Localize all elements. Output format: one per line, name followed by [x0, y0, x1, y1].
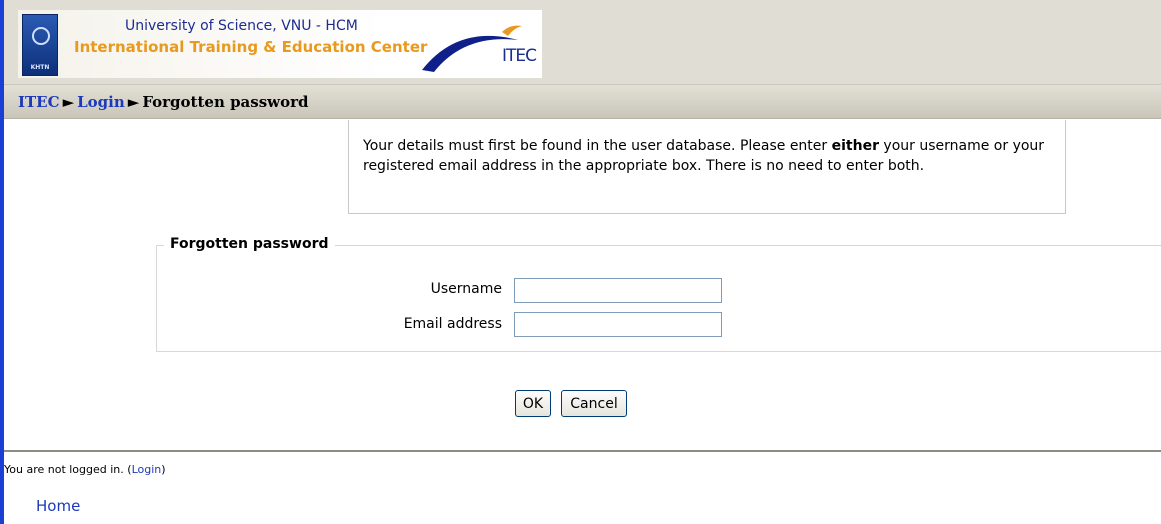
breadcrumb-login-link[interactable]: Login [77, 93, 125, 111]
username-input[interactable] [514, 278, 722, 303]
instructions-text-start: Your details must first be found in the … [363, 138, 832, 154]
login-status: You are not logged in. (Login) [4, 463, 166, 476]
fieldset-legend: Forgotten password [164, 236, 335, 252]
breadcrumb: ITEC ► Login ► Forgotten password [4, 85, 1161, 119]
footer-login-link[interactable]: Login [132, 463, 162, 476]
instructions-box: Your details must first be found in the … [348, 120, 1066, 214]
footer-divider [4, 450, 1161, 452]
email-input[interactable] [514, 312, 722, 337]
university-name: University of Science, VNU - HCM [125, 18, 358, 34]
breadcrumb-current: Forgotten password [142, 93, 309, 111]
university-emblem-icon: KHTN [22, 14, 58, 76]
breadcrumb-itec-link[interactable]: ITEC [18, 93, 60, 111]
itec-logo-text: ITEC [502, 46, 537, 66]
username-label: Username [430, 281, 502, 297]
breadcrumb-separator: ► [127, 93, 140, 111]
cancel-button[interactable]: Cancel [561, 390, 627, 417]
emblem-mark [32, 27, 50, 45]
page: KHTN University of Science, VNU - HCM In… [0, 0, 1161, 524]
emblem-caption: KHTN [30, 64, 50, 71]
site-header: KHTN University of Science, VNU - HCM In… [4, 0, 1161, 85]
login-status-suffix: ) [161, 463, 166, 476]
ok-button[interactable]: OK [515, 390, 551, 417]
home-link[interactable]: Home [36, 497, 80, 515]
breadcrumb-separator: ► [62, 93, 75, 111]
login-status-prefix: You are not logged in. ( [4, 463, 132, 476]
instructions-emphasis: either [831, 138, 879, 154]
itec-logo-banner[interactable]: KHTN University of Science, VNU - HCM In… [18, 10, 542, 78]
center-name: International Training & Education Cente… [74, 38, 428, 56]
email-label: Email address [403, 316, 502, 332]
